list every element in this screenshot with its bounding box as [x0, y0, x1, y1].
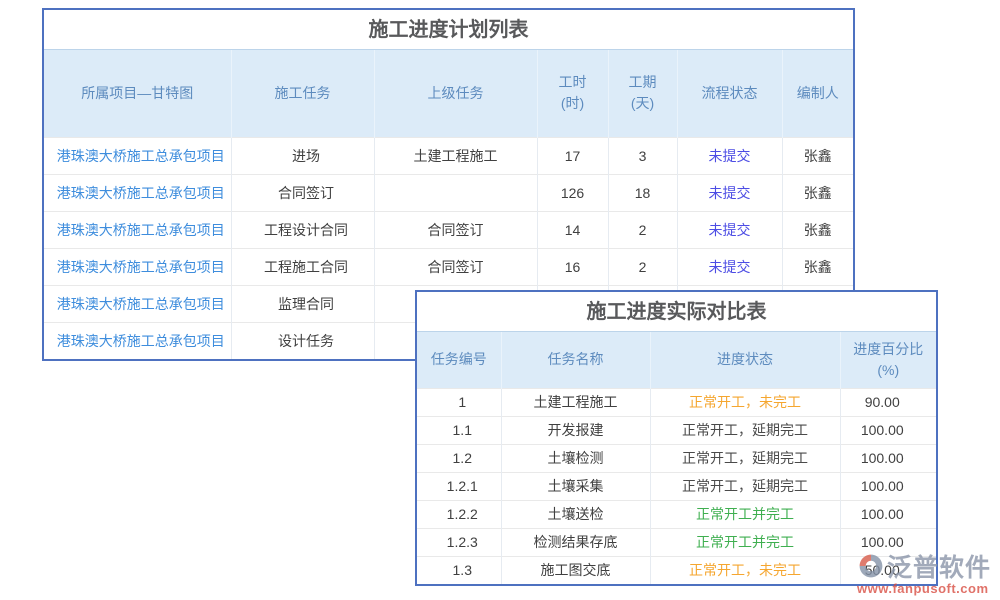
task-no-cell: 1: [417, 388, 501, 416]
table-row: 1.2.3 检测结果存底 正常开工并完工 100.00: [417, 528, 936, 556]
task-name-cell: 开发报建: [501, 416, 650, 444]
flow-status-cell: 未提交: [677, 248, 782, 285]
task-cell: 合同签订: [231, 174, 374, 211]
col-header-days: 工期 (天): [608, 50, 677, 137]
progress-status-cell: 正常开工并完工: [650, 528, 840, 556]
hours-cell: 17: [537, 137, 608, 174]
project-link[interactable]: 港珠澳大桥施工总承包项目: [57, 259, 225, 275]
task-name-cell: 土壤检测: [501, 444, 650, 472]
parent-task-cell: 合同签订: [374, 248, 537, 285]
table-row: 港珠澳大桥施工总承包项目 合同签订 126 18 未提交 张鑫: [44, 174, 853, 211]
task-name-cell: 土壤采集: [501, 472, 650, 500]
project-cell: 港珠澳大桥施工总承包项目: [44, 137, 231, 174]
col-header-task-no: 任务编号: [417, 332, 501, 388]
progress-status-cell: 正常开工，未完工: [650, 556, 840, 584]
author-cell: 张鑫: [782, 211, 853, 248]
compare-table: 施工进度实际对比表 任务编号 任务名称 进度状态 进度百分比 (%) 1 土建工…: [415, 290, 938, 586]
table-row: 1.2 土壤检测 正常开工，延期完工 100.00: [417, 444, 936, 472]
progress-status-cell: 正常开工，延期完工: [650, 416, 840, 444]
task-cell: 监理合同: [231, 285, 374, 322]
table-row: 1.1 开发报建 正常开工，延期完工 100.00: [417, 416, 936, 444]
compare-table-title: 施工进度实际对比表: [417, 292, 936, 332]
project-cell: 港珠澳大桥施工总承包项目: [44, 248, 231, 285]
table-row: 港珠澳大桥施工总承包项目 工程设计合同 合同签订 14 2 未提交 张鑫: [44, 211, 853, 248]
author-cell: 张鑫: [782, 137, 853, 174]
project-link[interactable]: 港珠澳大桥施工总承包项目: [57, 185, 225, 201]
col-header-author: 编制人: [782, 50, 853, 137]
status-link[interactable]: 未提交: [709, 185, 751, 201]
progress-status-cell: 正常开工，延期完工: [650, 472, 840, 500]
project-link[interactable]: 港珠澳大桥施工总承包项目: [57, 333, 225, 349]
project-cell: 港珠澳大桥施工总承包项目: [44, 174, 231, 211]
days-cell: 2: [608, 211, 677, 248]
col-header-flow-status: 流程状态: [677, 50, 782, 137]
project-cell: 港珠澳大桥施工总承包项目: [44, 322, 231, 359]
task-no-cell: 1.2: [417, 444, 501, 472]
flow-status-cell: 未提交: [677, 174, 782, 211]
task-cell: 工程设计合同: [231, 211, 374, 248]
percent-cell: 50.00: [840, 556, 936, 584]
percent-cell: 100.00: [840, 528, 936, 556]
percent-cell: 90.00: [840, 388, 936, 416]
table-row: 1 土建工程施工 正常开工，未完工 90.00: [417, 388, 936, 416]
col-header-task-name: 任务名称: [501, 332, 650, 388]
days-cell: 18: [608, 174, 677, 211]
status-link[interactable]: 未提交: [709, 148, 751, 164]
table-row: 1.2.1 土壤采集 正常开工，延期完工 100.00: [417, 472, 936, 500]
table-row: 1.3 施工图交底 正常开工，未完工 50.00: [417, 556, 936, 584]
task-cell: 工程施工合同: [231, 248, 374, 285]
parent-task-cell: 土建工程施工: [374, 137, 537, 174]
plan-table-title: 施工进度计划列表: [44, 10, 853, 50]
project-link[interactable]: 港珠澳大桥施工总承包项目: [57, 296, 225, 312]
hours-cell: 16: [537, 248, 608, 285]
hours-cell: 14: [537, 211, 608, 248]
table-row: 港珠澳大桥施工总承包项目 进场 土建工程施工 17 3 未提交 张鑫: [44, 137, 853, 174]
col-header-project-gantt: 所属项目—甘特图: [44, 50, 231, 137]
percent-cell: 100.00: [840, 472, 936, 500]
days-cell: 2: [608, 248, 677, 285]
author-cell: 张鑫: [782, 174, 853, 211]
percent-cell: 100.00: [840, 500, 936, 528]
parent-task-cell: [374, 174, 537, 211]
hours-cell: 126: [537, 174, 608, 211]
author-cell: 张鑫: [782, 248, 853, 285]
days-cell: 3: [608, 137, 677, 174]
col-header-progress-status: 进度状态: [650, 332, 840, 388]
progress-status-cell: 正常开工并完工: [650, 500, 840, 528]
task-name-cell: 检测结果存底: [501, 528, 650, 556]
progress-status-cell: 正常开工，延期完工: [650, 444, 840, 472]
plan-header-row: 所属项目—甘特图 施工任务 上级任务 工时 (时) 工期 (天) 流程状态 编制…: [44, 50, 853, 137]
task-no-cell: 1.2.1: [417, 472, 501, 500]
col-header-task: 施工任务: [231, 50, 374, 137]
percent-cell: 100.00: [840, 416, 936, 444]
status-link[interactable]: 未提交: [709, 222, 751, 238]
project-link[interactable]: 港珠澳大桥施工总承包项目: [57, 222, 225, 238]
task-no-cell: 1.2.2: [417, 500, 501, 528]
flow-status-cell: 未提交: [677, 211, 782, 248]
flow-status-cell: 未提交: [677, 137, 782, 174]
progress-status-cell: 正常开工，未完工: [650, 388, 840, 416]
task-cell: 设计任务: [231, 322, 374, 359]
task-name-cell: 土建工程施工: [501, 388, 650, 416]
task-name-cell: 施工图交底: [501, 556, 650, 584]
compare-header-row: 任务编号 任务名称 进度状态 进度百分比 (%): [417, 332, 936, 388]
status-link[interactable]: 未提交: [709, 259, 751, 275]
task-no-cell: 1.1: [417, 416, 501, 444]
task-no-cell: 1.3: [417, 556, 501, 584]
table-row: 港珠澳大桥施工总承包项目 工程施工合同 合同签订 16 2 未提交 张鑫: [44, 248, 853, 285]
parent-task-cell: 合同签订: [374, 211, 537, 248]
col-header-progress-percent: 进度百分比 (%): [840, 332, 936, 388]
table-row: 1.2.2 土壤送检 正常开工并完工 100.00: [417, 500, 936, 528]
col-header-parent-task: 上级任务: [374, 50, 537, 137]
task-cell: 进场: [231, 137, 374, 174]
project-cell: 港珠澳大桥施工总承包项目: [44, 285, 231, 322]
project-cell: 港珠澳大桥施工总承包项目: [44, 211, 231, 248]
col-header-hours: 工时 (时): [537, 50, 608, 137]
task-name-cell: 土壤送检: [501, 500, 650, 528]
percent-cell: 100.00: [840, 444, 936, 472]
compare-table-grid: 任务编号 任务名称 进度状态 进度百分比 (%) 1 土建工程施工 正常开工，未…: [417, 332, 936, 584]
project-link[interactable]: 港珠澳大桥施工总承包项目: [57, 148, 225, 164]
task-no-cell: 1.2.3: [417, 528, 501, 556]
